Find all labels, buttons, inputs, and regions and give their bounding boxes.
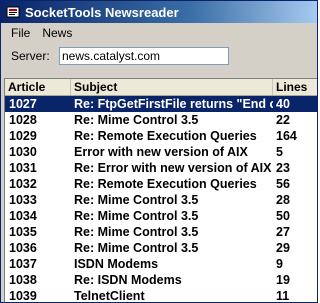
- article-cell: 1034: [9, 209, 37, 223]
- lines-cell: 50: [276, 209, 290, 223]
- lines-cell: 5: [276, 145, 283, 159]
- article-cell: 1030: [9, 145, 37, 159]
- server-label: Server:: [11, 49, 50, 63]
- list-item[interactable]: 1036 Re: Mime Control 3.5 29: [5, 240, 317, 256]
- article-cell: 1027: [9, 97, 37, 111]
- lines-cell: 9: [276, 257, 283, 271]
- list-item[interactable]: 1033 Re: Mime Control 3.5 28: [5, 192, 317, 208]
- article-cell: 1039: [9, 289, 37, 303]
- subject-cell: Re: Mime Control 3.5: [74, 193, 199, 207]
- lines-cell: 56: [276, 177, 290, 191]
- list-header: Article Subject Lines: [5, 79, 317, 96]
- title-bar[interactable]: SocketTools Newsreader: [1, 1, 317, 23]
- subject-cell: Re: ISDN Modems: [74, 273, 182, 287]
- subject-cell: Re: Remote Execution Queries: [74, 177, 257, 191]
- article-cell: 1031: [9, 161, 37, 175]
- subject-cell: Error with new version of AIX: [74, 145, 248, 159]
- subject-cell: Re: Mime Control 3.5: [74, 225, 199, 239]
- lines-cell: 164: [276, 129, 297, 143]
- subject-cell: ISDN Modems: [74, 257, 159, 271]
- list-item[interactable]: 1038 Re: ISDN Modems 19: [5, 272, 317, 288]
- column-header-article[interactable]: Article: [5, 79, 71, 95]
- menu-news[interactable]: News: [36, 24, 78, 42]
- lines-cell: 40: [276, 97, 290, 111]
- subject-cell: Re: Mime Control 3.5: [74, 209, 199, 223]
- lines-cell: 29: [276, 241, 290, 255]
- list-rows: 1027 Re: FtpGetFirstFile returns "End of 4…: [5, 96, 317, 303]
- column-header-subject[interactable]: Subject: [71, 79, 273, 95]
- window-title: SocketTools Newsreader: [25, 4, 179, 20]
- lines-cell: 19: [276, 273, 290, 287]
- article-cell: 1032: [9, 177, 37, 191]
- list-item[interactable]: 1030 Error with new version of AIX 5: [5, 144, 317, 160]
- subject-cell: Re: Mime Control 3.5: [74, 113, 199, 127]
- menu-file[interactable]: File: [5, 24, 36, 42]
- list-item[interactable]: 1039 TelnetClient 11: [5, 288, 317, 303]
- list-item[interactable]: 1037 ISDN Modems 9: [5, 256, 317, 272]
- article-cell: 1029: [9, 129, 37, 143]
- lines-cell: 27: [276, 225, 290, 239]
- list-item[interactable]: 1031 Re: Error with new version of AIX 23: [5, 160, 317, 176]
- article-cell: 1035: [9, 225, 37, 239]
- subject-cell: TelnetClient: [74, 289, 145, 303]
- article-cell: 1033: [9, 193, 37, 207]
- lines-cell: 23: [276, 161, 290, 175]
- article-list[interactable]: Article Subject Lines 1027 Re: FtpGetFirs…: [4, 78, 317, 303]
- server-input[interactable]: news.catalyst.com: [59, 47, 229, 65]
- server-row: Server: news.catalyst.com: [1, 43, 317, 69]
- list-item[interactable]: 1027 Re: FtpGetFirstFile returns "End of 4…: [5, 96, 317, 112]
- article-cell: 1028: [9, 113, 37, 127]
- lines-cell: 11: [276, 289, 290, 303]
- subject-cell: Re: Error with new version of AIX: [74, 161, 272, 175]
- list-item[interactable]: 1032 Re: Remote Execution Queries 56: [5, 176, 317, 192]
- menu-bar: File News: [1, 23, 317, 43]
- article-cell: 1036: [9, 241, 37, 255]
- list-item[interactable]: 1028 Re: Mime Control 3.5 22: [5, 112, 317, 128]
- app-icon: [5, 4, 21, 20]
- list-item[interactable]: 1035 Re: Mime Control 3.5 27: [5, 224, 317, 240]
- subject-cell: Re: Mime Control 3.5: [74, 241, 199, 255]
- subject-cell: Re: FtpGetFirstFile returns "End of: [74, 97, 273, 111]
- list-item[interactable]: 1029 Re: Remote Execution Queries 164: [5, 128, 317, 144]
- article-cell: 1038: [9, 273, 37, 287]
- lines-cell: 22: [276, 113, 290, 127]
- article-cell: 1037: [9, 257, 37, 271]
- list-item[interactable]: 1034 Re: Mime Control 3.5 50: [5, 208, 317, 224]
- subject-cell: Re: Remote Execution Queries: [74, 129, 257, 143]
- lines-cell: 28: [276, 193, 290, 207]
- newsreader-window: SocketTools Newsreader File News Server:…: [0, 0, 318, 303]
- column-header-lines[interactable]: Lines: [273, 79, 317, 95]
